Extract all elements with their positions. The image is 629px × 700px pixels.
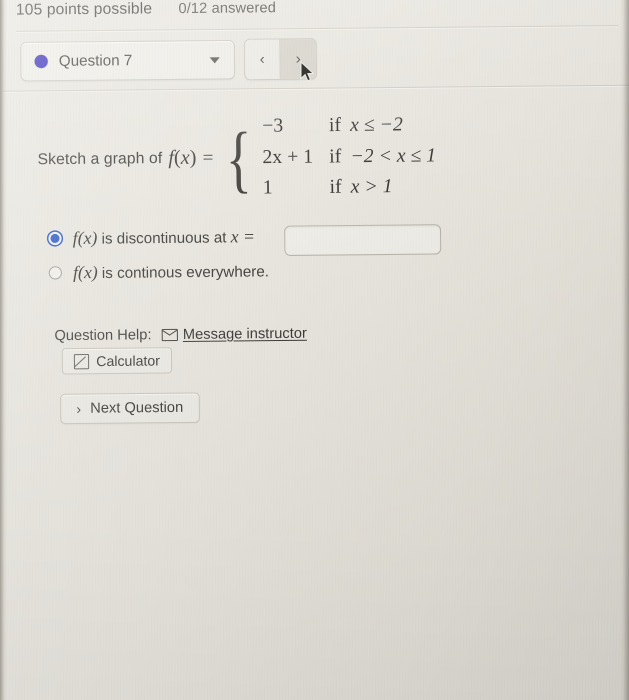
message-instructor-link[interactable]: Message instructor — [161, 325, 307, 344]
question-navigation-bar: Question 7 ‹ › — [20, 38, 318, 82]
case-value: 2x + 1 — [262, 146, 314, 168]
discontinuity-answer-input[interactable] — [284, 224, 442, 256]
chevron-right-icon: › — [76, 400, 82, 417]
question-help-row: Question Help: Message instructor — [54, 326, 307, 345]
status-bar: 105 points possible 0/12 answered — [16, 0, 276, 20]
question-page-screenshot: 105 points possible 0/12 answered Questi… — [0, 0, 629, 700]
answer-option-discontinuous[interactable]: f(x) is discontinuous at x = — [48, 226, 255, 249]
case-value: −3 — [262, 115, 284, 137]
calculator-button[interactable]: Calculator — [61, 347, 173, 375]
divider-below-nav — [2, 84, 629, 92]
case-condition: x ≤ −2 — [350, 114, 403, 136]
option-math-x: x — [230, 226, 239, 247]
question-select-dropdown[interactable]: Question 7 — [20, 39, 236, 82]
case-condition: x > 1 — [350, 176, 393, 199]
case-if-word: if — [329, 145, 342, 168]
option-math-fx: f(x) — [72, 261, 98, 283]
problem-statement: Sketch a graph of f(x) = { −3 if x ≤ −2 … — [37, 111, 436, 205]
graph-icon — [73, 353, 90, 369]
divider-top — [16, 25, 619, 32]
points-possible-label: 105 points possible — [15, 0, 153, 19]
answer-option-continuous[interactable]: f(x) is continous everywhere. — [48, 260, 269, 283]
radio-button-discontinuous[interactable] — [48, 231, 62, 246]
case-if-word: if — [329, 176, 342, 199]
radio-button-continuous[interactable] — [48, 266, 62, 280]
case-value: 1 — [262, 177, 273, 199]
envelope-icon — [161, 328, 178, 342]
previous-question-button[interactable]: ‹ — [244, 39, 281, 80]
function-notation: f(x) — [168, 146, 197, 170]
question-select-label: Question 7 — [58, 52, 133, 70]
next-question-button[interactable]: › Next Question — [60, 392, 200, 425]
next-question-nav-button[interactable]: › — [280, 39, 317, 79]
piecewise-cases: −3 if x ≤ −2 2x + 1 if −2 < x ≤ 1 1 if x… — [262, 111, 437, 203]
option-text: is discontinuous at — [97, 229, 231, 248]
option-math-fx: f(x) — [72, 227, 98, 248]
case-condition: −2 < x ≤ 1 — [350, 144, 437, 168]
option-equals: = — [238, 225, 256, 247]
option-text: is continous everywhere. — [97, 263, 270, 283]
calculator-label: Calculator — [96, 352, 161, 370]
case-if-word: if — [328, 114, 342, 137]
equals-sign: = — [202, 146, 214, 169]
chevron-down-icon — [209, 56, 220, 63]
next-question-label: Next Question — [90, 399, 184, 417]
message-instructor-text: Message instructor — [182, 325, 307, 343]
filled-circle-icon — [34, 54, 48, 69]
option-label-discontinuous: f(x) is discontinuous at x = — [73, 226, 255, 249]
problem-prompt: Sketch a graph of — [37, 149, 163, 168]
option-label-continuous: f(x) is continous everywhere. — [73, 260, 269, 283]
prev-next-button-group: ‹ › — [243, 38, 318, 81]
question-help-label: Question Help: — [54, 327, 152, 345]
answered-count-label: 0/12 answered — [178, 0, 277, 18]
